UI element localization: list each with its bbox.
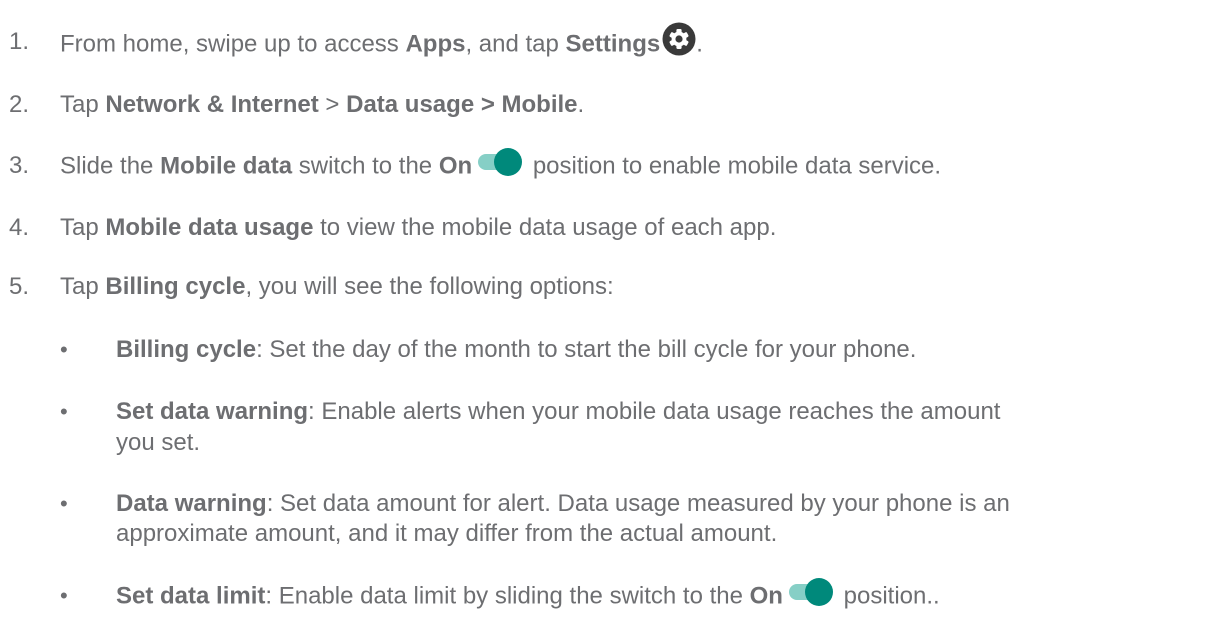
bullet-text: Data warning: Set data amount for alert.… [116, 490, 1010, 517]
step-text: From home, swipe up to access Apps, and … [60, 22, 703, 62]
bullet-text: Billing cycle: Set the day of the month … [116, 336, 917, 363]
bullet-text: Set data warning: Enable alerts when you… [116, 398, 1001, 425]
step-number: 3. [9, 152, 30, 179]
mobile-data-label: Mobile data [160, 152, 293, 180]
bullet-symbol: • [60, 491, 68, 516]
step-number: 1. [9, 28, 30, 55]
on-label: On [749, 582, 783, 610]
bullet-term: Set data warning [116, 398, 309, 425]
network-internet-label: Network & Internet [105, 91, 319, 118]
step-number: 4. [9, 214, 30, 241]
data-usage-mobile-label: Data usage > Mobile [346, 91, 578, 118]
instructions-page: 1. From home, swipe up to access Apps, a… [0, 0, 1211, 631]
billing-cycle-label: Billing cycle [105, 273, 246, 300]
toggle-on-icon [787, 576, 833, 606]
on-label: On [438, 152, 473, 180]
step-text: Tap Network & Internet > Data usage > Mo… [60, 91, 585, 118]
bullet-symbol: • [60, 399, 68, 424]
step-number: 5. [9, 273, 30, 300]
bullet-term: Data warning [116, 490, 267, 517]
step-text: Slide the Mobile data switch to the On p… [60, 148, 941, 182]
step-number: 2. [9, 91, 30, 118]
bullet-term: Billing cycle [116, 336, 257, 363]
bullet-symbol: • [60, 583, 68, 608]
mobile-data-usage-label: Mobile data usage [105, 214, 314, 241]
step-text: Tap Billing cycle, you will see the foll… [60, 273, 614, 300]
bullet-term: Set data limit [116, 582, 266, 610]
bullet-symbol: • [60, 337, 68, 362]
step-text: Tap Mobile data usage to view the mobile… [60, 214, 777, 241]
bullet-text: Set data limit: Enable data limit by sli… [116, 578, 940, 612]
apps-label: Apps [405, 30, 466, 58]
settings-label: Settings [565, 30, 661, 58]
gear-icon [662, 22, 696, 56]
toggle-on-icon [476, 146, 523, 176]
